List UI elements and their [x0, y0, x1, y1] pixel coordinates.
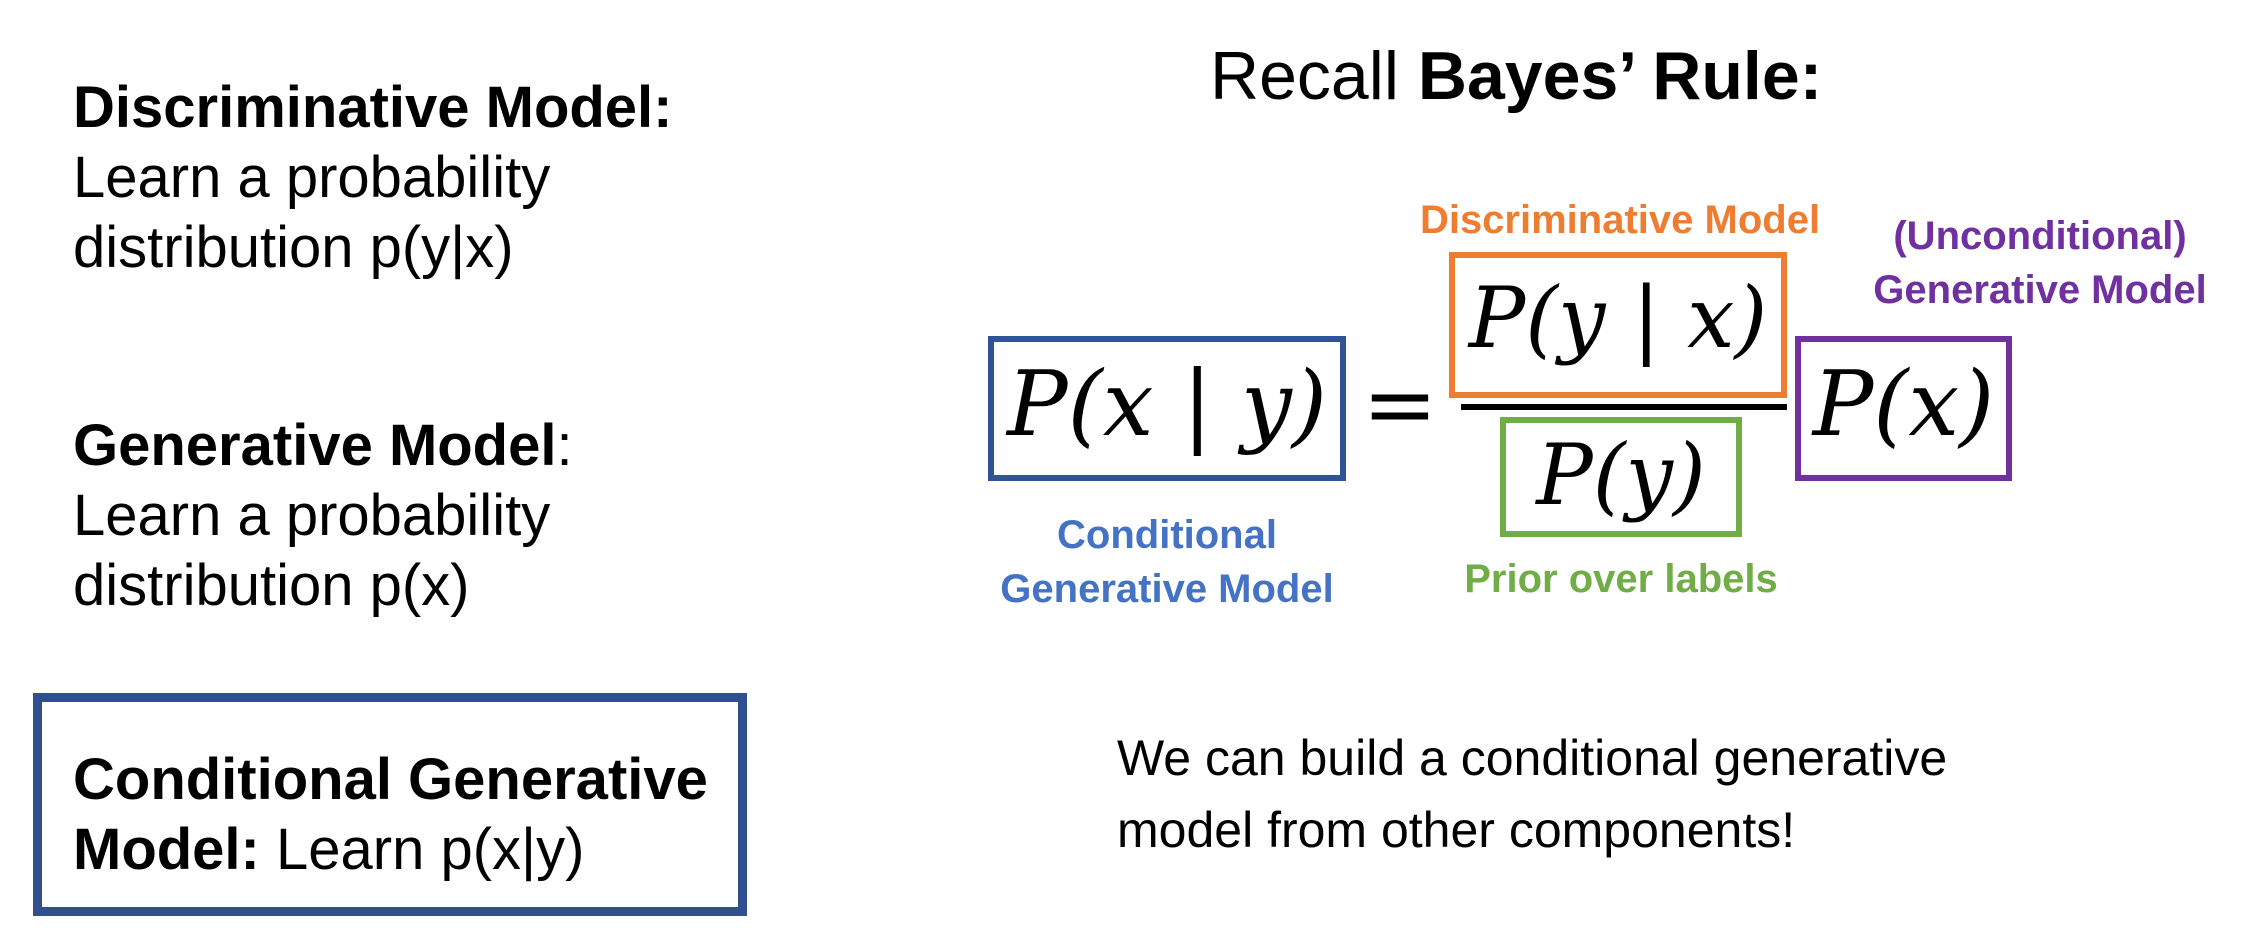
generative-line1: Learn a probability [73, 483, 551, 548]
unconditional-label: (Unconditional) Generative Model [1850, 209, 2230, 317]
bayes-title: Bayes’ Rule: [1417, 38, 1823, 114]
denominator-term: P(y) [1536, 426, 1706, 524]
build-note: We can build a conditional generative mo… [1117, 722, 1947, 866]
build-note-line2: model from other components! [1117, 802, 1796, 858]
conditional-title-line1: Conditional Generative [73, 747, 708, 812]
bayes-heading: Recall Bayes’ Rule: [1210, 36, 1822, 116]
conditional-rest: Learn p(x|y) [275, 817, 585, 882]
fraction-bar [1461, 404, 1787, 410]
discriminative-line2: distribution p(y|x) [73, 215, 514, 280]
conditional-label: Conditional Generative Model [966, 508, 1368, 616]
conditional-label-line2: Generative Model [1000, 567, 1334, 611]
conditional-title-line2: Model: [73, 817, 260, 882]
rhs-factor-term: P(x) [1812, 352, 1995, 457]
bayes-prefix: Recall [1210, 38, 1399, 114]
lhs-term: P(x | y) [1007, 352, 1327, 457]
generative-definition: Generative Model: Learn a probability di… [73, 411, 573, 621]
prior-label: Prior over labels [1464, 557, 1778, 601]
numerator-term: P(y | x) [1468, 269, 1768, 367]
generative-colon: : [556, 413, 573, 478]
discriminative-line1: Learn a probability [73, 145, 551, 210]
unconditional-label-line1: (Unconditional) [1893, 214, 2187, 258]
discriminative-title: Discriminative Model: [73, 75, 673, 140]
conditional-definition: Conditional Generative Model: Learn p(x|… [73, 745, 708, 885]
generative-title: Generative Model [73, 413, 557, 478]
generative-line2: distribution p(x) [73, 553, 470, 618]
build-note-line1: We can build a conditional generative [1117, 730, 1948, 786]
unconditional-label-line2: Generative Model [1873, 268, 2207, 312]
equals-sign: = [1362, 352, 1438, 457]
discriminative-label: Discriminative Model [1419, 198, 1821, 242]
discriminative-definition: Discriminative Model: Learn a probabilit… [73, 73, 672, 283]
conditional-label-line1: Conditional [1057, 513, 1277, 557]
